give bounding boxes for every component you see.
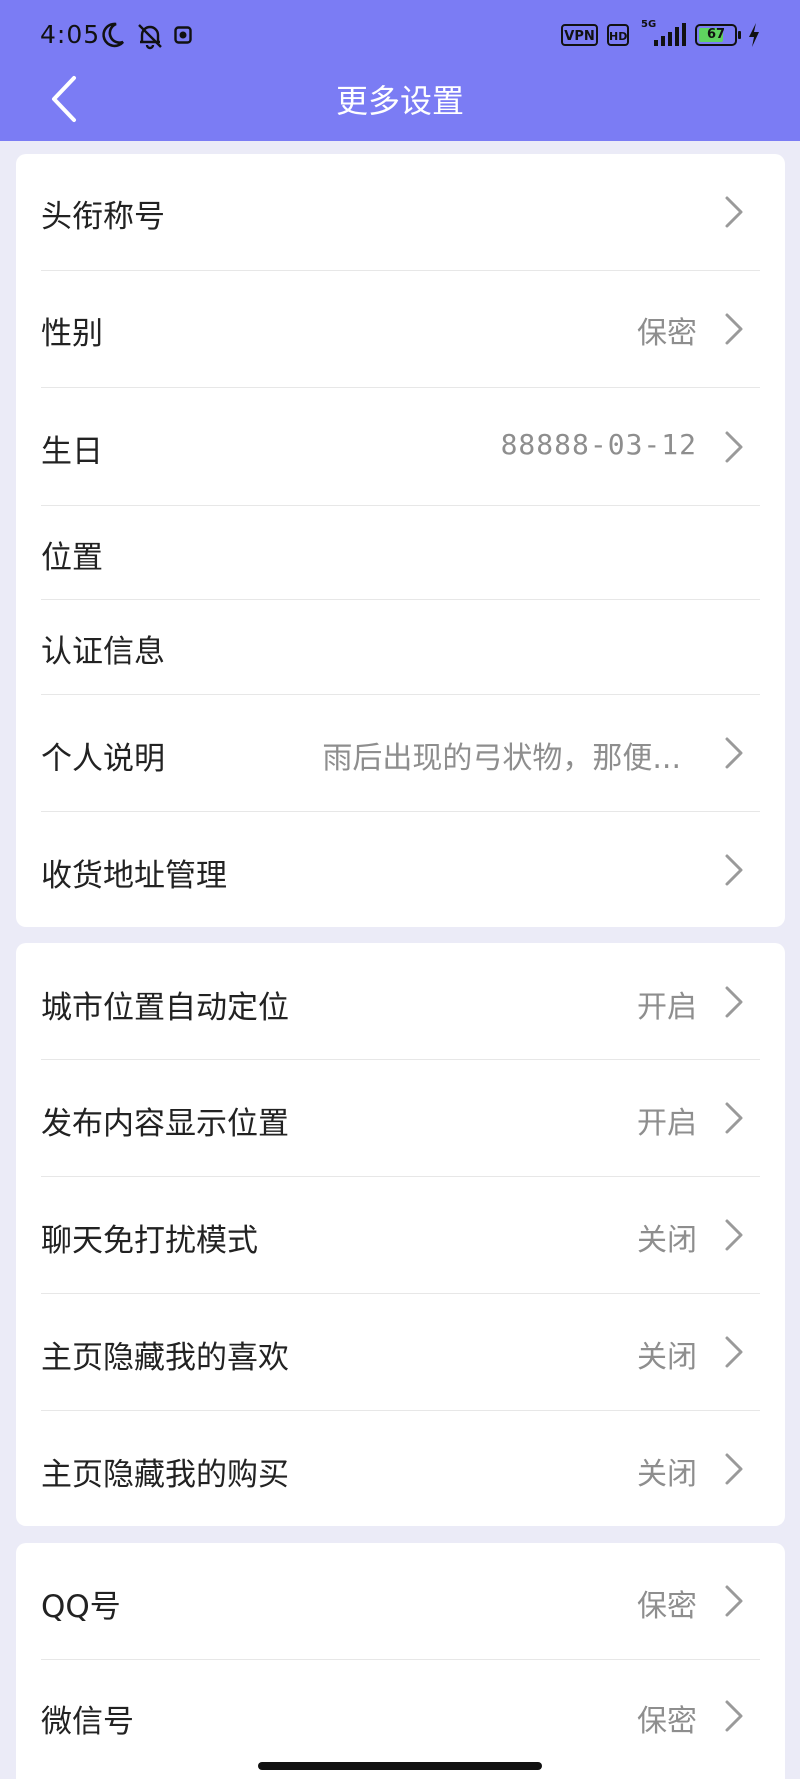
- row-label: 主页隐藏我的喜欢: [41, 1340, 289, 1376]
- row-label: 发布内容显示位置: [41, 1106, 289, 1142]
- battery-icon: 67: [695, 24, 741, 46]
- chevron-right-icon: [725, 1700, 743, 1732]
- row-label: 位置: [41, 540, 103, 576]
- row-label: 认证信息: [41, 634, 165, 670]
- chevron-right-icon: [725, 1336, 743, 1368]
- row-value: 关闭: [637, 1223, 697, 1258]
- row-label: QQ号: [41, 1589, 121, 1625]
- bell-off-icon: [138, 24, 162, 50]
- row-label: 头衔称号: [41, 199, 165, 235]
- chevron-right-icon: [725, 737, 743, 769]
- row-value: 关闭: [637, 1457, 697, 1492]
- row-label: 个人说明: [41, 741, 165, 777]
- contact-settings-card: QQ号 保密 微信号 保密: [16, 1543, 785, 1779]
- chevron-right-icon: [725, 313, 743, 345]
- row-shipping-address[interactable]: 收货地址管理: [16, 812, 785, 927]
- row-label: 聊天免打扰模式: [41, 1223, 258, 1259]
- moon-icon: [102, 22, 124, 48]
- row-gender[interactable]: 性别 保密: [16, 271, 785, 387]
- row-value: 保密: [637, 1704, 697, 1739]
- status-bar: 4:05 VPN HD 5G 67: [0, 0, 800, 70]
- status-time: 4:05: [40, 20, 101, 49]
- row-value: 关闭: [637, 1340, 697, 1375]
- row-personal-description[interactable]: 个人说明 雨后出现的弓状物，那便...: [16, 695, 785, 811]
- row-label: 微信号: [41, 1704, 134, 1740]
- chevron-right-icon: [725, 986, 743, 1018]
- chevron-right-icon: [725, 1585, 743, 1617]
- row-hide-likes[interactable]: 主页隐藏我的喜欢 关闭: [16, 1294, 785, 1410]
- row-location[interactable]: 位置: [16, 506, 785, 599]
- battery-level: 67: [706, 27, 726, 42]
- row-value: 88888-03-12: [500, 428, 697, 461]
- row-value: 开启: [637, 1106, 697, 1141]
- page-title: 更多设置: [335, 82, 464, 120]
- chevron-right-icon: [725, 1102, 743, 1134]
- app-notification-icon: [174, 26, 192, 44]
- row-value: 保密: [637, 1589, 697, 1624]
- row-post-show-location[interactable]: 发布内容显示位置 开启: [16, 1060, 785, 1176]
- row-verification[interactable]: 认证信息: [16, 600, 785, 694]
- hd-badge: HD: [607, 24, 629, 46]
- row-label: 收货地址管理: [41, 858, 227, 894]
- chevron-right-icon: [725, 854, 743, 886]
- privacy-settings-card: 城市位置自动定位 开启 发布内容显示位置 开启 聊天免打扰模式 关闭 主页隐藏我…: [16, 943, 785, 1526]
- row-qq[interactable]: QQ号 保密: [16, 1543, 785, 1659]
- row-chat-dnd[interactable]: 聊天免打扰模式 关闭: [16, 1177, 785, 1293]
- row-label: 主页隐藏我的购买: [41, 1457, 289, 1493]
- row-hide-purchases[interactable]: 主页隐藏我的购买 关闭: [16, 1411, 785, 1526]
- profile-settings-card: 头衔称号 性别 保密 生日 88888-03-12 位置 认证信息 个人说明 雨…: [16, 154, 785, 927]
- charging-icon: [749, 23, 759, 47]
- row-title-honor[interactable]: 头衔称号: [16, 154, 785, 270]
- row-value: 开启: [637, 990, 697, 1025]
- vpn-badge: VPN: [561, 24, 598, 46]
- row-auto-locate-city[interactable]: 城市位置自动定位 开启: [16, 943, 785, 1059]
- signal-icon: [654, 23, 686, 46]
- row-value: 保密: [637, 316, 697, 351]
- chevron-right-icon: [725, 1453, 743, 1485]
- home-indicator[interactable]: [258, 1762, 542, 1770]
- chevron-right-icon: [725, 1219, 743, 1251]
- top-bar: 4:05 VPN HD 5G 67 更多设置: [0, 0, 800, 141]
- row-value: 雨后出现的弓状物，那便...: [322, 741, 681, 776]
- row-label: 性别: [41, 316, 103, 352]
- row-label: 城市位置自动定位: [41, 990, 289, 1026]
- chevron-right-icon: [725, 431, 743, 463]
- row-label: 生日: [41, 434, 103, 470]
- chevron-right-icon: [725, 196, 743, 228]
- row-birthday[interactable]: 生日 88888-03-12: [16, 388, 785, 505]
